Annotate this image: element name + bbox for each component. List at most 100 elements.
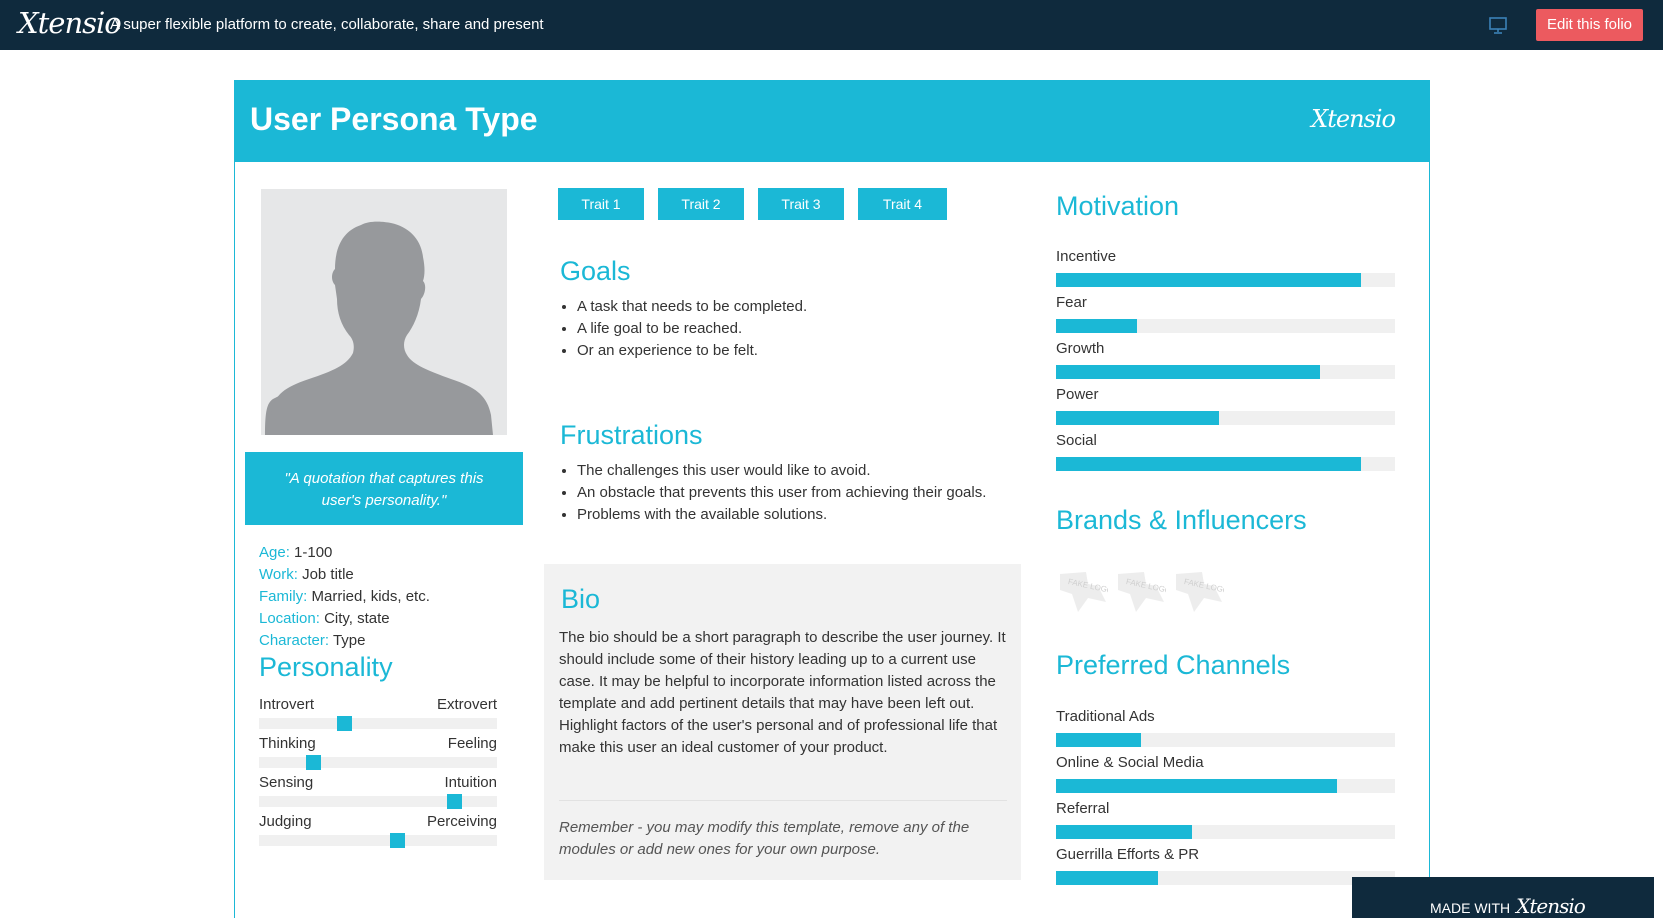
meter-fill	[1056, 365, 1321, 379]
made-with-badge[interactable]: MADE WITH Xtensio	[1352, 877, 1654, 918]
persona-header: User Persona Type Xtensio	[235, 81, 1429, 162]
meter-track	[1056, 733, 1395, 747]
scale-knob[interactable]	[446, 794, 462, 809]
scale-right-label: Feeling	[447, 735, 497, 752]
motivation-meter: Growth	[1056, 340, 1395, 379]
meter-label: Social	[1056, 432, 1097, 449]
personality-scale: Judging Perceiving	[259, 813, 497, 848]
trait-tag[interactable]: Trait 2	[658, 188, 744, 220]
person-silhouette-icon	[265, 221, 493, 435]
meter-fill	[1056, 825, 1192, 839]
info-key: Age:	[259, 544, 290, 561]
info-key: Character:	[259, 632, 330, 649]
scale-knob[interactable]	[389, 833, 405, 848]
meter-fill	[1056, 457, 1362, 471]
motivation-meter: Fear	[1056, 294, 1395, 333]
avatar[interactable]	[261, 189, 507, 435]
list-item: A life goal to be reached.	[577, 318, 807, 340]
meter-track	[1056, 365, 1395, 379]
scale-track	[259, 794, 497, 809]
scale-track	[259, 716, 497, 731]
list-item: Problems with the available solutions.	[577, 504, 986, 526]
meter-track	[1056, 825, 1395, 839]
made-with-logo: Xtensio	[1516, 894, 1586, 918]
persona-quote: "A quotation that captures this user's p…	[245, 452, 523, 525]
trait-tag[interactable]: Trait 1	[558, 188, 644, 220]
info-value: 1-100	[294, 544, 333, 561]
list-item: The challenges this user would like to a…	[577, 460, 986, 482]
meter-label: Referral	[1056, 800, 1110, 817]
goals-list: A task that needs to be completed. A lif…	[577, 296, 807, 362]
list-item: Or an experience to be felt.	[577, 340, 807, 362]
scale-track	[259, 833, 497, 848]
meter-track	[1056, 319, 1395, 333]
header-brand-logo: Xtensio	[1311, 105, 1396, 133]
meter-label: Power	[1056, 386, 1099, 403]
brands-title: Brands & Influencers	[1056, 505, 1307, 535]
info-value: Job title	[302, 566, 354, 583]
presentation-screen-icon[interactable]	[1488, 15, 1508, 35]
meter-fill	[1056, 871, 1158, 885]
frustrations-list: The challenges this user would like to a…	[577, 460, 986, 526]
info-value: Married, kids, etc.	[311, 588, 430, 605]
goals-title: Goals	[560, 256, 631, 286]
scale-left-label: Introvert	[259, 696, 315, 713]
channel-meter: Guerrilla Efforts & PR	[1056, 846, 1395, 885]
xtensio-logo[interactable]: Xtensio	[18, 6, 122, 40]
trait-tag[interactable]: Trait 3	[758, 188, 844, 220]
meter-track	[1056, 273, 1395, 287]
meter-label: Guerrilla Efforts & PR	[1056, 846, 1200, 863]
bio-text: The bio should be a short paragraph to d…	[559, 629, 1006, 756]
info-key: Location:	[259, 610, 320, 627]
personality-title: Personality	[259, 652, 393, 682]
meter-fill	[1056, 273, 1362, 287]
list-item: An obstacle that prevents this user from…	[577, 482, 986, 504]
personality-scale: Introvert Extrovert	[259, 696, 497, 731]
personality-scale: Thinking Feeling	[259, 735, 497, 770]
scale-left-label: Thinking	[259, 735, 316, 752]
fake-logo-icon[interactable]: FAKE LOGO	[1058, 568, 1108, 613]
motivation-meter: Power	[1056, 386, 1395, 425]
meter-track	[1056, 779, 1395, 793]
frustrations-title: Frustrations	[560, 420, 703, 450]
trait-tag[interactable]: Trait 4	[858, 188, 947, 220]
tagline: A super flexible platform to create, col…	[110, 16, 544, 33]
scale-track	[259, 755, 497, 770]
persona-title: User Persona Type	[250, 101, 538, 137]
info-location: Location: City, state	[259, 608, 430, 630]
scale-right-label: Extrovert	[436, 696, 497, 713]
meter-fill	[1056, 319, 1138, 333]
meter-label: Traditional Ads	[1056, 708, 1155, 725]
edit-folio-button[interactable]: Edit this folio	[1536, 9, 1643, 41]
scale-knob[interactable]	[306, 755, 322, 770]
top-bar: Xtensio A super flexible platform to cre…	[0, 0, 1663, 50]
channel-meter: Referral	[1056, 800, 1395, 839]
motivation-title: Motivation	[1056, 191, 1180, 221]
scale-left-label: Sensing	[259, 774, 314, 791]
scale-knob[interactable]	[337, 716, 353, 731]
meter-label: Online & Social Media	[1056, 754, 1204, 771]
scale-right-label: Intuition	[444, 774, 497, 791]
bio-title: Bio	[561, 584, 601, 614]
persona-info: Age: 1-100 Work: Job title Family: Marri…	[259, 542, 430, 652]
meter-label: Incentive	[1056, 248, 1117, 265]
info-value: Type	[332, 632, 366, 649]
brand-logos: FAKE LOGO FAKE LOGO FAKE LOGO	[1058, 568, 1224, 613]
meter-label: Fear	[1056, 294, 1087, 311]
channel-meter: Traditional Ads	[1056, 708, 1395, 747]
info-key: Family:	[259, 588, 308, 605]
info-family: Family: Married, kids, etc.	[259, 586, 430, 608]
meter-fill	[1056, 411, 1219, 425]
meter-track	[1056, 457, 1395, 471]
fake-logo-icon[interactable]: FAKE LOGO	[1116, 568, 1166, 613]
channels-title: Preferred Channels	[1056, 650, 1291, 680]
info-character: Character: Type	[259, 630, 430, 652]
list-item: A task that needs to be completed.	[577, 296, 807, 318]
info-key: Work:	[259, 566, 298, 583]
fake-logo-icon[interactable]: FAKE LOGO	[1174, 568, 1224, 613]
divider	[559, 800, 1007, 801]
info-age: Age: 1-100	[259, 542, 430, 564]
info-work: Work: Job title	[259, 564, 430, 586]
meter-track	[1056, 871, 1395, 885]
traits-row: Trait 1 Trait 2 Trait 3 Trait 4	[558, 188, 947, 220]
